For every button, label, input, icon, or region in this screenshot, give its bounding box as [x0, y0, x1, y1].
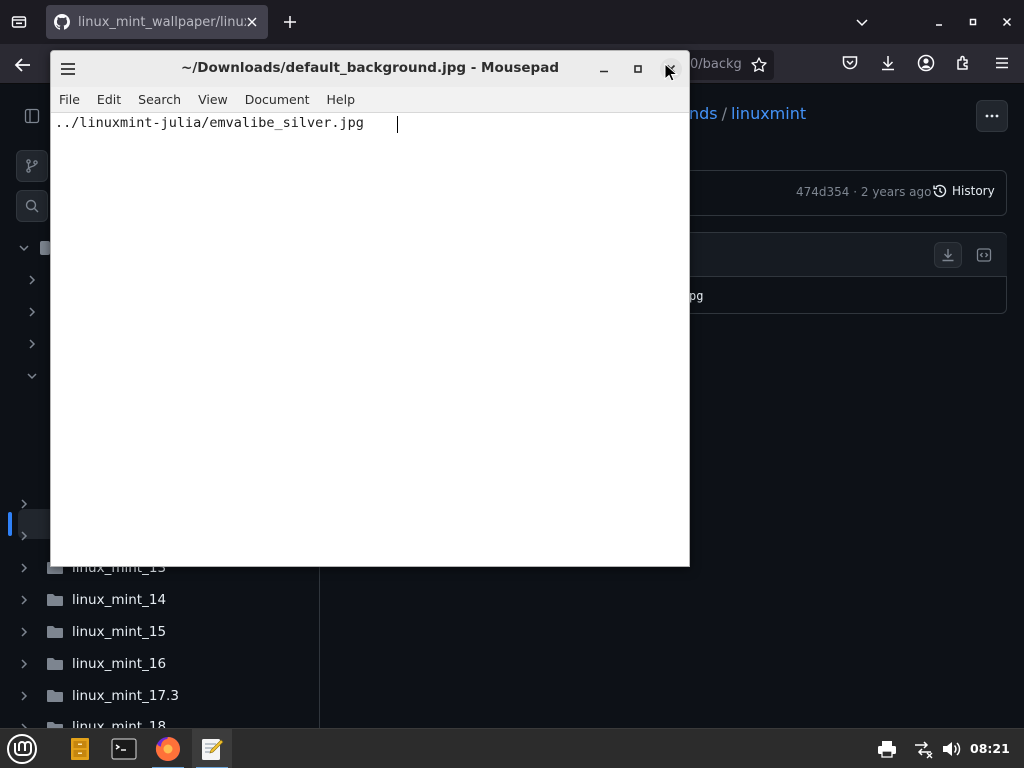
menu-file[interactable]: File [59, 92, 80, 107]
chevron-down-icon [16, 240, 32, 256]
tab-close-icon[interactable] [244, 14, 260, 30]
menu-help[interactable]: Help [327, 92, 356, 107]
firefox-icon [155, 737, 180, 762]
terminal-icon [111, 738, 137, 760]
close-icon[interactable] [990, 5, 1024, 39]
tab-title: linux_mint_wallpaper/linux_ [78, 14, 246, 30]
tree-folder-row[interactable]: linux_mint_15 [0, 616, 320, 648]
back-arrow-icon[interactable] [12, 54, 34, 76]
chevron-right-icon [16, 528, 32, 544]
menu-document[interactable]: Document [245, 92, 310, 107]
file-header [689, 233, 1007, 277]
volume-icon[interactable] [940, 729, 962, 768]
history-icon [932, 183, 948, 199]
text-editor-area[interactable]: ../linuxmint-julia/emvalibe_silver.jpg [51, 113, 689, 566]
tree-folder-row[interactable]: linux_mint_14 [0, 584, 320, 616]
folder-name: linux_mint_14 [72, 592, 167, 608]
text-editor-icon [202, 739, 224, 760]
account-icon[interactable] [916, 53, 936, 73]
folder-icon [40, 241, 50, 255]
app-menu-icon[interactable] [992, 53, 1012, 73]
commit-meta[interactable]: 474d354 · 2 years ago [796, 185, 931, 199]
linux-mint-logo-icon [7, 734, 37, 764]
chevron-right-icon [16, 560, 32, 576]
tree-folder-row[interactable]: linux_mint_18 [0, 712, 320, 728]
chevron-right-icon [16, 688, 32, 704]
folder-name: linux_mint_18 [72, 719, 167, 728]
kebab-icon [985, 114, 999, 118]
chevron-right-icon [24, 304, 40, 320]
extensions-icon[interactable] [954, 53, 974, 73]
folder-icon [46, 624, 64, 640]
menu-edit[interactable]: Edit [97, 92, 121, 107]
folder-icon [46, 592, 64, 608]
url-text: 0/backg [690, 57, 742, 72]
chevron-right-icon [24, 336, 40, 352]
folder-name: linux_mint_15 [72, 624, 167, 640]
minimize-icon[interactable] [922, 5, 956, 39]
text-caret [397, 116, 398, 133]
branch-icon[interactable] [16, 150, 48, 182]
firefox-view-icon[interactable] [8, 11, 30, 33]
mouse-pointer-icon [664, 63, 678, 83]
network-disconnected-icon[interactable] [912, 729, 934, 768]
breadcrumb-separator: / [721, 104, 728, 123]
clock[interactable]: 08:21 [970, 741, 1010, 756]
search-icon[interactable] [16, 190, 48, 222]
tree-folder-row[interactable]: linux_mint_17.3 [0, 680, 320, 712]
bookmark-star-icon[interactable] [750, 56, 768, 74]
file-manager-launcher[interactable] [60, 729, 100, 768]
code-view-button[interactable] [970, 242, 998, 268]
collapse-sidebar-icon[interactable] [16, 100, 48, 132]
maximize-icon[interactable] [956, 5, 990, 39]
chevron-right-icon [24, 272, 40, 288]
breadcrumb: nds / linuxmint [689, 104, 806, 123]
history-label: History [952, 184, 995, 198]
chevron-down-icon [24, 368, 40, 384]
list-all-tabs-icon[interactable] [852, 12, 872, 32]
folder-icon [46, 656, 64, 672]
folder-name: linux_mint_16 [72, 656, 167, 672]
downloads-icon[interactable] [878, 53, 898, 73]
minimize-icon[interactable] [593, 59, 615, 79]
pocket-icon[interactable] [840, 53, 860, 73]
terminal-launcher[interactable] [104, 729, 144, 768]
editor-line: ../linuxmint-julia/emvalibe_silver.jpg [55, 115, 364, 131]
chevron-right-icon [16, 720, 32, 728]
printer-tray-icon[interactable] [876, 729, 898, 768]
folder-name: linux_mint_17.3 [72, 688, 179, 704]
file-cabinet-icon [71, 738, 89, 760]
breadcrumb-link[interactable]: nds [689, 104, 718, 123]
start-menu-button[interactable] [0, 729, 44, 768]
chevron-right-icon [16, 592, 32, 608]
chevron-right-icon [16, 496, 32, 512]
more-options-button[interactable] [976, 100, 1008, 132]
chevron-right-icon [16, 656, 32, 672]
menu-view[interactable]: View [198, 92, 228, 107]
browser-tab[interactable]: linux_mint_wallpaper/linux_ [46, 5, 268, 39]
download-icon [942, 249, 954, 262]
mousepad-window: ~/Downloads/default_background.jpg - Mou… [50, 50, 690, 567]
file-content-text: pg [689, 289, 704, 303]
mousepad-launcher[interactable] [192, 729, 232, 768]
mousepad-titlebar[interactable]: ~/Downloads/default_background.jpg - Mou… [51, 51, 689, 87]
menu-search[interactable]: Search [138, 92, 181, 107]
browser-tab-bar: linux_mint_wallpaper/linux_ [0, 0, 1024, 44]
tree-folder-row[interactable]: linux_mint_16 [0, 648, 320, 680]
folder-icon [46, 720, 64, 728]
code-icon [976, 248, 992, 262]
firefox-launcher[interactable] [148, 729, 188, 768]
maximize-icon[interactable] [627, 59, 649, 79]
download-raw-button[interactable] [934, 242, 962, 268]
github-icon [54, 14, 70, 30]
taskbar: 08:21 [0, 728, 1024, 768]
history-button[interactable]: History [932, 183, 995, 199]
file-content-box: pg [689, 232, 1007, 314]
chevron-right-icon [16, 624, 32, 640]
breadcrumb-link[interactable]: linuxmint [731, 104, 806, 123]
folder-icon [46, 688, 64, 704]
menu-bar: File Edit Search View Document Help [51, 87, 689, 113]
new-tab-icon[interactable] [280, 12, 300, 32]
